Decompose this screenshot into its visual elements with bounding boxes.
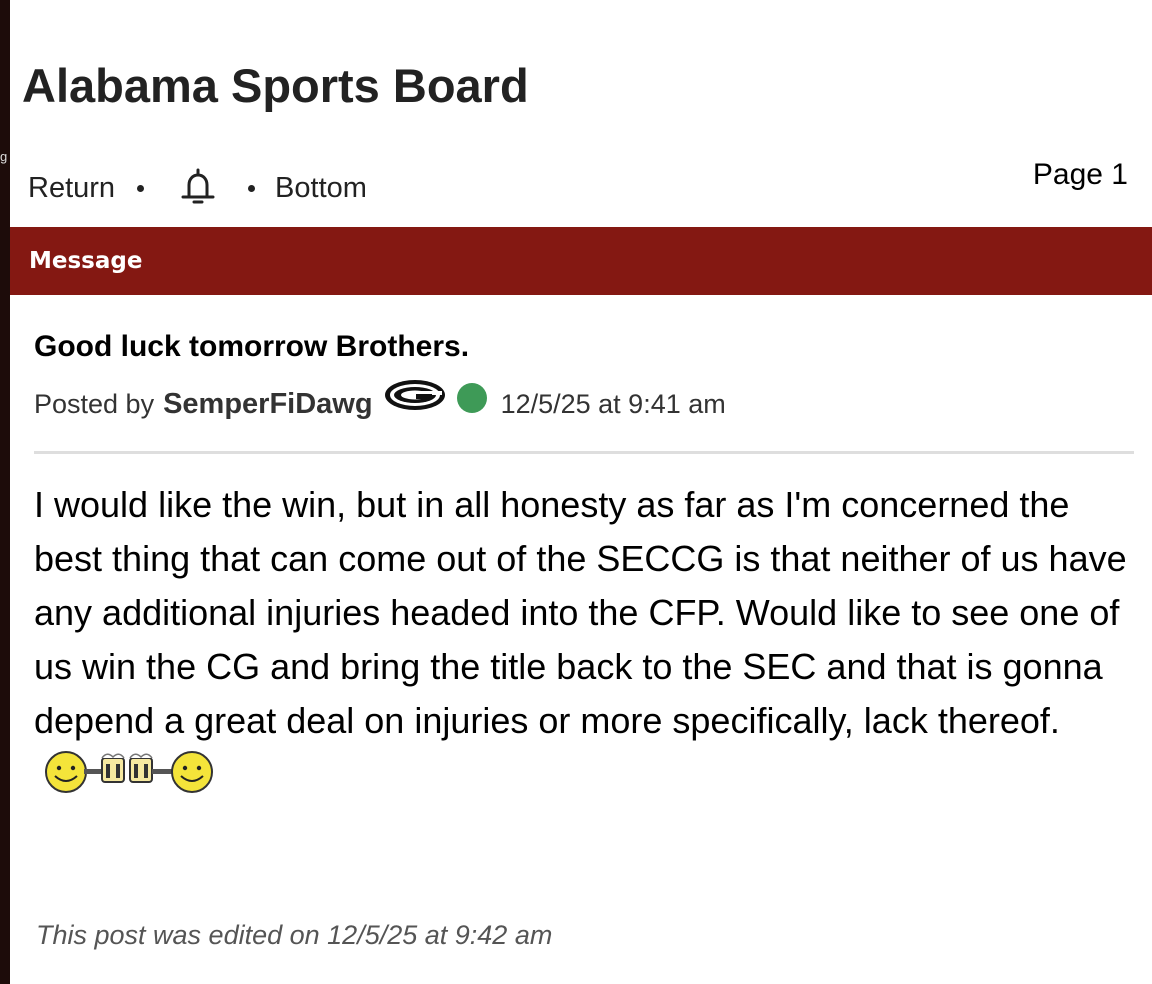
cheers-emoticon-icon xyxy=(44,748,216,809)
author-link[interactable]: SemperFiDawg xyxy=(163,388,373,421)
left-edge-strip: g xyxy=(0,0,10,984)
board-title: Alabama Sports Board xyxy=(22,59,529,112)
return-link[interactable]: Return xyxy=(28,172,115,205)
bottom-link[interactable]: Bottom xyxy=(275,172,367,205)
bell-icon[interactable] xyxy=(178,166,218,210)
nav-separator-dot xyxy=(248,184,256,192)
post-body: I would like the win, but in all honesty… xyxy=(34,478,1134,809)
post-timestamp: 12/5/25 at 9:41 am xyxy=(500,388,726,419)
post-title: Good luck tomorrow Brothers. xyxy=(34,330,470,363)
online-status-dot xyxy=(456,383,487,413)
message-header-label: Message xyxy=(29,248,143,274)
post-byline: Posted by SemperFiDawg 12/5/25 at 9:41 a… xyxy=(34,380,726,426)
left-edge-glyph: g xyxy=(0,149,8,164)
posted-by-label: Posted by xyxy=(34,388,155,419)
georgia-g-logo-icon xyxy=(383,378,447,412)
message-header-bar: Message xyxy=(10,227,1152,295)
post-body-text: I would like the win, but in all honesty… xyxy=(34,484,1127,741)
post-edit-note: This post was edited on 12/5/25 at 9:42 … xyxy=(36,920,553,950)
post-divider xyxy=(34,451,1134,454)
nav-separator-dot xyxy=(137,184,145,192)
nav-bar: Return Bottom xyxy=(28,163,367,213)
page-indicator: Page 1 xyxy=(1032,158,1128,191)
